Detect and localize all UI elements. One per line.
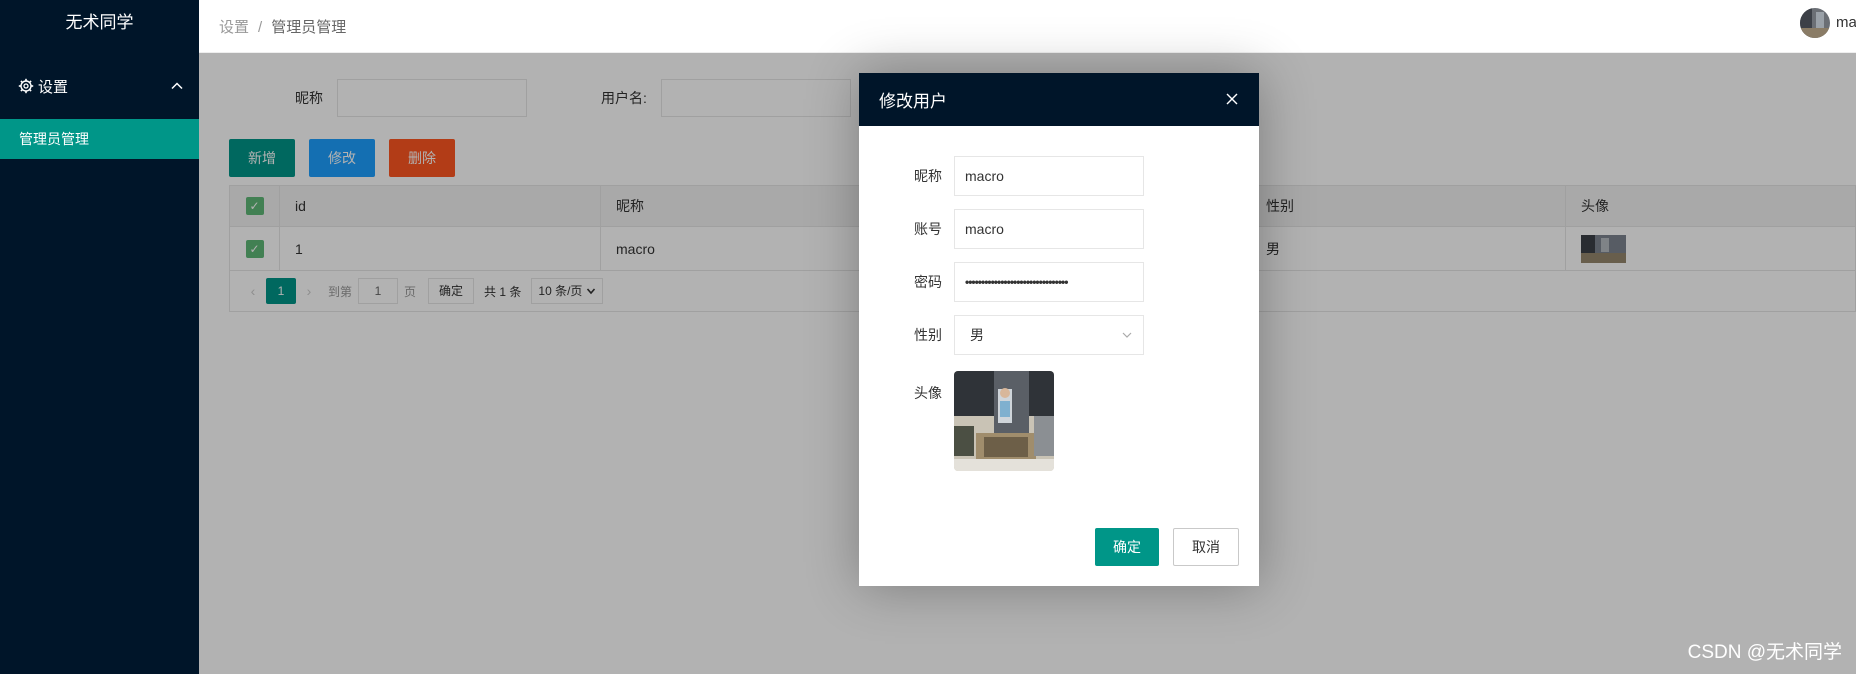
top-header: 设置 / 管理员管理 ma: [199, 0, 1856, 53]
dialog-header: 修改用户: [859, 73, 1259, 126]
user-name[interactable]: ma: [1836, 14, 1856, 31]
nickname-label: 昵称: [914, 168, 942, 184]
sidebar-item-admin-management[interactable]: 管理员管理: [0, 119, 199, 159]
form-row-avatar: 头像: [859, 371, 1259, 471]
sex-label: 性别: [914, 327, 942, 343]
sex-select[interactable]: 男: [954, 315, 1144, 355]
gear-icon: [18, 78, 34, 94]
breadcrumb: 设置 / 管理员管理: [219, 16, 346, 37]
sidebar-group-settings[interactable]: 设置: [0, 53, 199, 119]
breadcrumb-root[interactable]: 设置: [219, 19, 249, 36]
breadcrumb-current: 管理员管理: [271, 18, 347, 36]
sex-select-value: 男: [970, 327, 984, 343]
form-row-sex: 性别 男: [859, 315, 1259, 355]
chevron-down-icon: [1122, 332, 1132, 338]
form-row-account: 账号 macro: [859, 209, 1259, 249]
account-label: 账号: [914, 221, 942, 237]
user-avatar[interactable]: [1800, 8, 1830, 38]
nickname-input[interactable]: macro: [954, 156, 1144, 196]
close-icon[interactable]: [1225, 92, 1239, 106]
cancel-button[interactable]: 取消: [1173, 528, 1239, 566]
dialog-actions: 确定 取消: [1095, 528, 1239, 566]
form-row-password: 密码 ••••••••••••••••••••••••••••••••: [859, 262, 1259, 302]
breadcrumb-separator: /: [258, 18, 263, 36]
sidebar-group-label: 设置: [38, 78, 69, 96]
edit-user-dialog: 修改用户 昵称 macro 账号 macro 密码 ••••••••••••••…: [859, 73, 1259, 586]
confirm-button[interactable]: 确定: [1095, 528, 1159, 566]
password-label: 密码: [914, 274, 942, 290]
dialog-title: 修改用户: [879, 92, 947, 111]
sidebar: 无术同学 设置 管理员管理: [0, 0, 199, 674]
password-input[interactable]: ••••••••••••••••••••••••••••••••: [954, 262, 1144, 302]
watermark: CSDN @无术同学: [1687, 642, 1842, 663]
chevron-up-icon: [171, 82, 183, 90]
avatar-upload-image[interactable]: [954, 371, 1054, 471]
form-row-nickname: 昵称 macro: [859, 156, 1259, 196]
avatar-label: 头像: [914, 385, 942, 401]
brand-title: 无术同学: [65, 13, 134, 32]
account-input[interactable]: macro: [954, 209, 1144, 249]
